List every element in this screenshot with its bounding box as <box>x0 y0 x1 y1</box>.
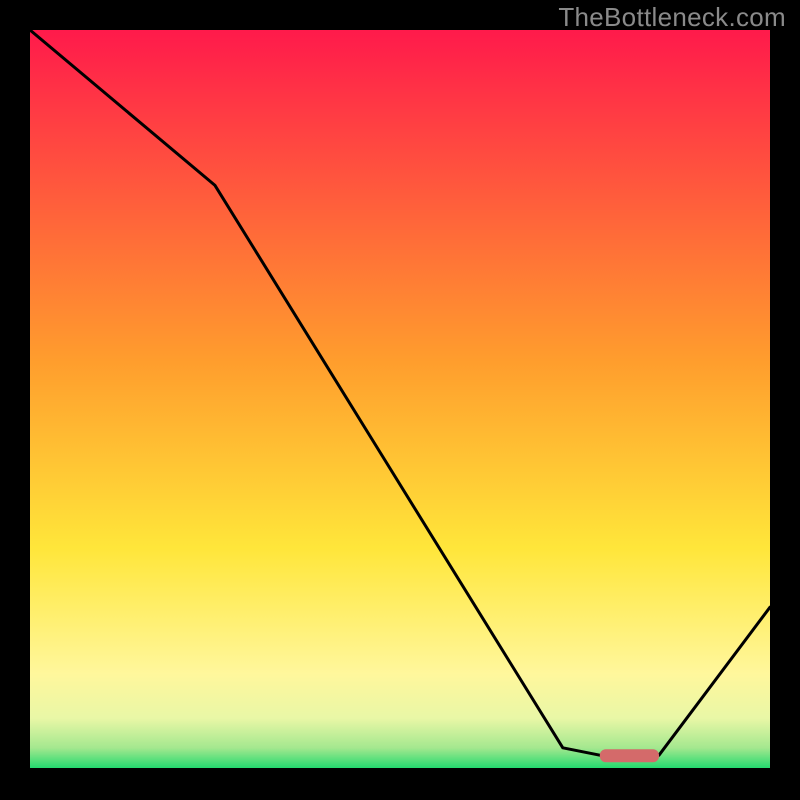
chart-background <box>30 30 770 770</box>
bottleneck-chart <box>0 0 800 800</box>
chart-container: TheBottleneck.com <box>0 0 800 800</box>
chart-baseline <box>30 768 770 773</box>
watermark-text: TheBottleneck.com <box>558 2 786 33</box>
optimal-range-marker <box>600 749 659 762</box>
